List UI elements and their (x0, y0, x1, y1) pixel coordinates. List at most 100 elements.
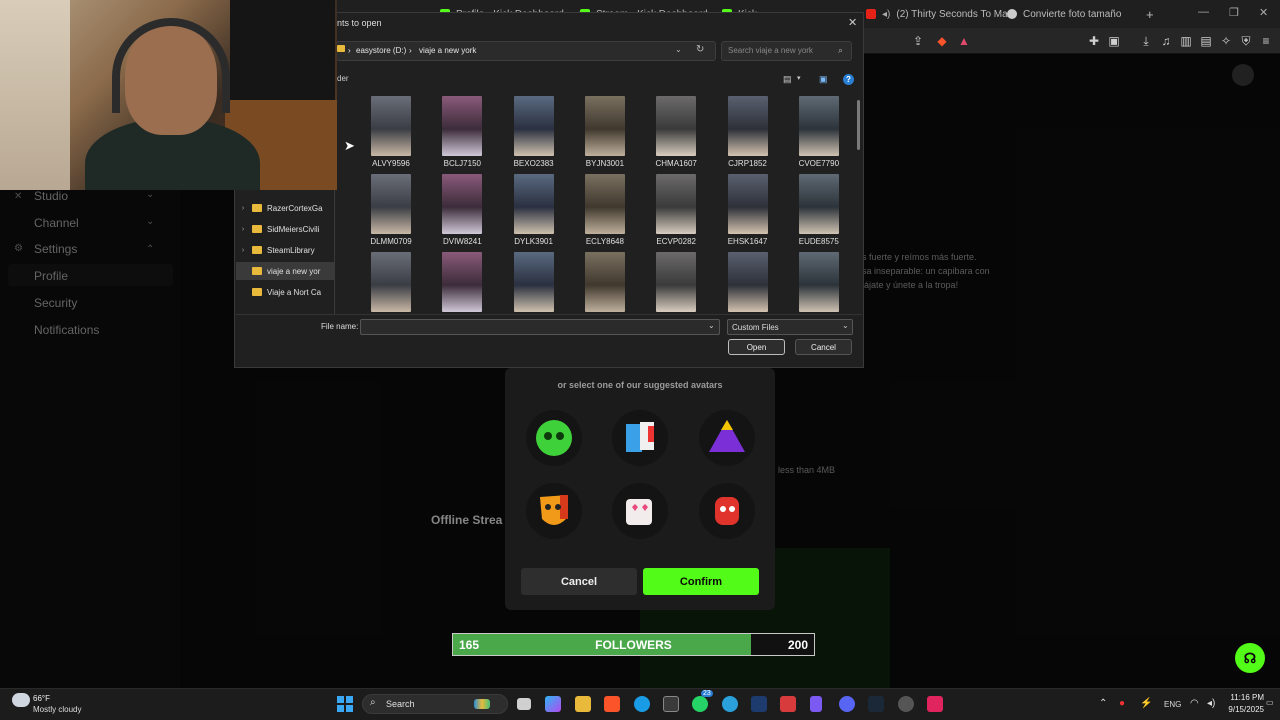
settings-gear-icon[interactable] (898, 696, 914, 712)
wifi-icon[interactable]: ◠ (1190, 698, 1199, 709)
file-thumbnail[interactable] (431, 252, 493, 314)
telegram-icon[interactable] (722, 696, 738, 712)
share-icon[interactable]: ⇪ (911, 34, 925, 48)
whatsapp-icon[interactable] (692, 696, 708, 712)
breadcrumb-folder[interactable]: viaje a new york (419, 46, 476, 55)
search-input[interactable]: Search viaje a new york (721, 41, 852, 61)
file-thumbnail[interactable]: CHMA1607 (645, 96, 707, 168)
green-alien-avatar[interactable] (526, 410, 582, 466)
brave-shield-icon[interactable]: ◆ (935, 34, 949, 48)
file-thumbnail[interactable]: ECVP0282 (645, 174, 707, 246)
dialog-cancel-button[interactable]: Cancel (795, 339, 852, 355)
steam-icon[interactable] (868, 696, 884, 712)
confirm-button[interactable]: Confirm (643, 568, 759, 595)
blue-red-cube-avatar[interactable] (612, 410, 668, 466)
wallet-icon[interactable]: ▤ (1199, 34, 1213, 48)
language-indicator[interactable]: ENG (1164, 700, 1181, 709)
file-thumbnail[interactable]: CJRP1852 (717, 96, 779, 168)
new-tab-button[interactable]: + (1146, 4, 1154, 24)
purple-pyramid-avatar[interactable] (699, 410, 755, 466)
tray-app-icon[interactable]: ⚡ (1140, 698, 1152, 709)
menu-icon[interactable]: ≡ (1259, 34, 1273, 48)
chevron-right-icon[interactable]: › (236, 205, 250, 212)
brave-rewards-icon[interactable]: ▲ (957, 34, 971, 48)
refresh-icon[interactable]: ↻ (696, 44, 704, 55)
file-explorer-icon[interactable] (575, 696, 591, 712)
windows-start-icon[interactable] (337, 696, 353, 712)
task-view-icon[interactable] (517, 698, 531, 710)
file-thumbnail[interactable] (574, 252, 636, 314)
notifications-icon[interactable]: ▭ (1266, 698, 1274, 707)
tab-youtube[interactable]: ◂) (2) Thirty Seconds To Mars (866, 4, 1016, 24)
vpn-icon[interactable]: ⛨ (1239, 34, 1253, 48)
file-thumbnail[interactable]: EHSK1647 (717, 174, 779, 246)
copilot-icon[interactable] (545, 696, 561, 712)
filename-input[interactable] (360, 319, 720, 335)
open-button[interactable]: Open (728, 339, 785, 355)
discord-icon[interactable] (839, 696, 855, 712)
red-headset-avatar[interactable] (699, 483, 755, 539)
view-options-icon[interactable]: ▤ (783, 74, 792, 85)
chevron-down-icon[interactable]: ⌄ (842, 321, 849, 330)
minimize-button[interactable]: — (1198, 6, 1209, 18)
weather-temperature[interactable]: 66°F (33, 694, 50, 703)
file-thumbnail[interactable]: BEXO2383 (503, 96, 565, 168)
orange-mask-avatar[interactable] (526, 483, 582, 539)
app-icon[interactable] (780, 696, 796, 712)
file-thumbnail[interactable]: DVIW8241 (431, 174, 493, 246)
weather-cloud-icon[interactable] (12, 693, 30, 707)
tray-app-icon[interactable]: ● (1119, 698, 1125, 709)
music-icon[interactable]: ♫ (1159, 34, 1173, 48)
file-thumbnail[interactable] (788, 252, 850, 314)
support-chat-button[interactable]: ☊ (1235, 643, 1265, 673)
pane-divider[interactable] (334, 188, 335, 314)
chevron-down-icon[interactable]: ⌄ (708, 321, 715, 330)
scrollbar[interactable] (857, 100, 860, 150)
volume-icon[interactable]: ◂) (1207, 698, 1215, 709)
file-thumbnail[interactable]: ECLY8648 (574, 174, 636, 246)
file-thumbnail[interactable] (360, 252, 422, 314)
file-thumbnail[interactable] (717, 252, 779, 314)
nav-item-viaje-new-york[interactable]: viaje a new yor (236, 262, 334, 280)
file-thumbnail[interactable]: CVOE7790 (788, 96, 850, 168)
filetype-select[interactable]: Custom Files (727, 319, 853, 335)
maximize-button[interactable]: ❐ (1229, 6, 1239, 19)
extensions-icon[interactable]: ✚ (1087, 34, 1101, 48)
sidebar-toggle-icon[interactable]: ▥ (1179, 34, 1193, 48)
leo-icon[interactable]: ✧ (1219, 34, 1233, 48)
file-thumbnail[interactable] (645, 252, 707, 314)
photos-icon[interactable] (751, 696, 767, 712)
store-icon[interactable] (663, 696, 679, 712)
audio-icon[interactable]: ◂) (882, 9, 890, 20)
chevron-right-icon[interactable]: › (236, 226, 250, 233)
close-icon[interactable]: ✕ (848, 16, 857, 29)
breadcrumb-drive[interactable]: easystore (D:) (356, 46, 406, 55)
chevron-down-icon[interactable]: ⌄ (675, 45, 682, 54)
nav-item-sidmeiers[interactable]: › SidMeiersCivili (236, 220, 334, 238)
file-thumbnail[interactable]: ALVY9596 (360, 96, 422, 168)
edge-icon[interactable] (634, 696, 650, 712)
preview-pane-icon[interactable]: ▣ (819, 74, 828, 85)
file-thumbnail[interactable]: BCLJ7150 (431, 96, 493, 168)
search-highlights-icon[interactable] (474, 699, 490, 709)
file-thumbnail[interactable]: DLMM0709 (360, 174, 422, 246)
chevron-down-icon[interactable]: ▾ (797, 74, 801, 82)
heart-eyes-cup-avatar[interactable] (612, 483, 668, 539)
search-icon[interactable]: ⌕ (838, 45, 843, 56)
screenshot-icon[interactable]: ▣ (1107, 34, 1121, 48)
nav-item-steamlibrary[interactable]: › SteamLibrary (236, 241, 334, 259)
help-icon[interactable]: ? (843, 74, 854, 85)
clock-date[interactable]: 9/15/2025 (1224, 705, 1264, 714)
file-thumbnail[interactable]: BYJN3001 (574, 96, 636, 168)
cancel-button[interactable]: Cancel (521, 568, 637, 595)
download-icon[interactable]: ⤓ (1139, 34, 1153, 48)
nav-item-viaje-nort-ca[interactable]: Viaje a Nort Ca (236, 283, 334, 301)
clock-time[interactable]: 11:16 PM (1224, 693, 1264, 702)
tab-convierte[interactable]: Convierte foto tamaño (1007, 4, 1121, 24)
weather-description[interactable]: Mostly cloudy (33, 705, 81, 714)
app-icon[interactable] (810, 696, 822, 712)
tiktok-icon[interactable] (927, 696, 943, 712)
nav-item-razercortex[interactable]: › RazerCortexGa (236, 199, 334, 217)
chevron-up-icon[interactable]: ⌃ (1099, 698, 1107, 709)
close-window-button[interactable]: ✕ (1259, 6, 1268, 19)
